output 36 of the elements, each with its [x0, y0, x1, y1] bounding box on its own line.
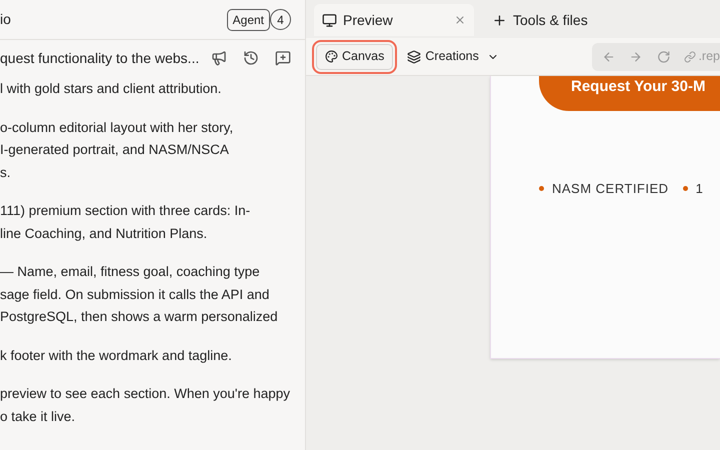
back-icon[interactable] [602, 50, 616, 64]
megaphone-icon[interactable] [211, 50, 227, 66]
message-text: preview to see each section. When you're happy [0, 385, 291, 403]
url-text: .rep [698, 48, 720, 66]
creations-dropdown[interactable]: Creations [403, 44, 503, 70]
thread-title: quest functionality to the webs... [0, 48, 200, 68]
message-text: o-column editorial layout with her story, [0, 118, 234, 137]
cta-button[interactable]: Request Your 30-M [539, 76, 720, 111]
project-title: io [0, 10, 11, 29]
count-badge: 4 [270, 9, 291, 30]
credential-label: 1 [696, 180, 704, 198]
credential-label: NASM CERTIFIED [552, 180, 669, 198]
message-text: sage field. On submission it calls the API and [0, 286, 270, 304]
message-text: — Name, email, fitness goal, coaching type [0, 263, 261, 281]
history-icon[interactable] [243, 50, 259, 66]
refresh-icon[interactable] [656, 50, 670, 64]
tab[interactable]: Preview [314, 4, 474, 36]
message-text: 111) premium section with three cards: In- [0, 202, 252, 220]
plus-icon [492, 12, 507, 28]
link-icon [684, 50, 696, 62]
message-text: l with gold stars and client attribution. [0, 80, 222, 98]
palette-icon [325, 50, 338, 63]
message-text: line Coaching, and Nutrition Plans. [0, 224, 208, 243]
message-text: s. [0, 164, 12, 182]
new-chat-icon[interactable] [275, 50, 291, 66]
forward-icon[interactable] [629, 50, 643, 64]
message-text: I-generated portrait, and NASM/NSCA [0, 141, 230, 159]
close-icon[interactable] [454, 14, 466, 26]
message-text: k footer with the wordmark and tagline. [0, 346, 233, 365]
layers-icon [407, 50, 422, 64]
agent-badge[interactable]: Agent [226, 8, 270, 30]
monitor-icon [322, 12, 337, 28]
canvas-button[interactable]: Canvas [316, 44, 394, 70]
tab[interactable]: Tools & files [484, 4, 596, 36]
message-text: PostgreSQL, then shows a warm personalized [0, 308, 279, 326]
message-text: o take it live. [0, 408, 76, 426]
